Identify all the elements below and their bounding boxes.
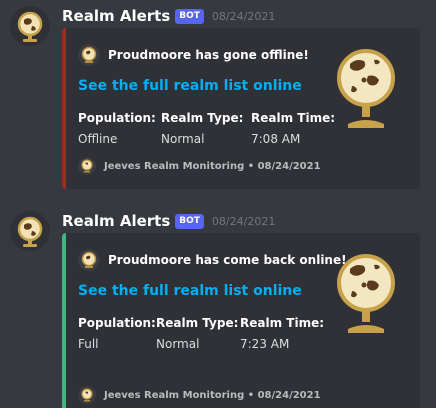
field-value: Offline — [78, 132, 118, 146]
field-name: Population: — [78, 316, 156, 330]
field-value: Normal — [156, 337, 200, 351]
field-name: Realm Type: — [161, 111, 244, 125]
message-header: Realm Alerts BOT 08/24/2021 — [62, 5, 275, 27]
field-value: 7:08 AM — [251, 132, 301, 146]
field-realm-type: Realm Type: Normal — [161, 110, 243, 148]
field-realm-type: Realm Type: Normal — [156, 315, 239, 353]
bot-avatar[interactable] — [10, 6, 50, 46]
field-name: Population: — [78, 111, 156, 125]
field-name: Realm Time: — [251, 111, 336, 125]
embed-footer: Jeeves Realm Monitoring • 08/24/2021 — [78, 386, 321, 404]
embed-author: Proudmoore has gone offline! — [78, 44, 309, 66]
bot-badge: BOT — [175, 213, 204, 229]
embed: Proudmoore has gone offline! See the ful… — [62, 28, 420, 189]
embed-footer: Jeeves Realm Monitoring • 08/24/2021 — [78, 157, 321, 175]
bot-badge: BOT — [175, 8, 204, 24]
field-population: Population: Offline — [78, 110, 156, 148]
field-value: Normal — [161, 132, 205, 146]
globe-icon — [78, 386, 96, 404]
message-header: Realm Alerts BOT 08/24/2021 — [62, 210, 275, 232]
globe-icon[interactable] — [328, 42, 404, 132]
globe-icon — [78, 44, 100, 66]
timestamp: 08/24/2021 — [211, 214, 276, 228]
field-realm-time: Realm Time: 7:08 AM — [251, 110, 335, 148]
field-value: 7:23 AM — [240, 337, 290, 351]
embed: Proudmoore has come back online! See the… — [62, 233, 420, 408]
embed-footer-text: Jeeves Realm Monitoring • 08/24/2021 — [104, 389, 321, 401]
embed-accent-bar — [62, 233, 66, 408]
field-value: Full — [78, 337, 99, 351]
field-realm-time: Realm Time: 7:23 AM — [240, 315, 324, 353]
bot-avatar[interactable] — [10, 211, 50, 251]
globe-icon — [78, 249, 100, 271]
embed-footer-text: Jeeves Realm Monitoring • 08/24/2021 — [104, 160, 321, 172]
embed-author: Proudmoore has come back online! — [78, 249, 347, 271]
embed-accent-bar — [62, 28, 66, 189]
field-name: Realm Type: — [156, 316, 239, 330]
realm-list-link[interactable]: See the full realm list online — [78, 283, 302, 299]
globe-icon — [78, 157, 96, 175]
field-name: Realm Time: — [240, 316, 325, 330]
message-feed: Realm Alerts BOT 08/24/2021 Proudmoore h… — [0, 0, 436, 408]
embed-fields: Population: Full Realm Type: Normal Real… — [78, 315, 332, 353]
field-population: Population: Full — [78, 315, 156, 353]
embed-author-name: Proudmoore has come back online! — [108, 253, 347, 267]
globe-icon[interactable] — [328, 247, 404, 337]
username[interactable]: Realm Alerts — [62, 212, 170, 230]
username[interactable]: Realm Alerts — [62, 7, 170, 25]
realm-list-link[interactable]: See the full realm list online — [78, 78, 302, 94]
embed-author-name: Proudmoore has gone offline! — [108, 48, 309, 62]
timestamp: 08/24/2021 — [211, 9, 276, 23]
embed-fields: Population: Offline Realm Type: Normal R… — [78, 110, 343, 148]
